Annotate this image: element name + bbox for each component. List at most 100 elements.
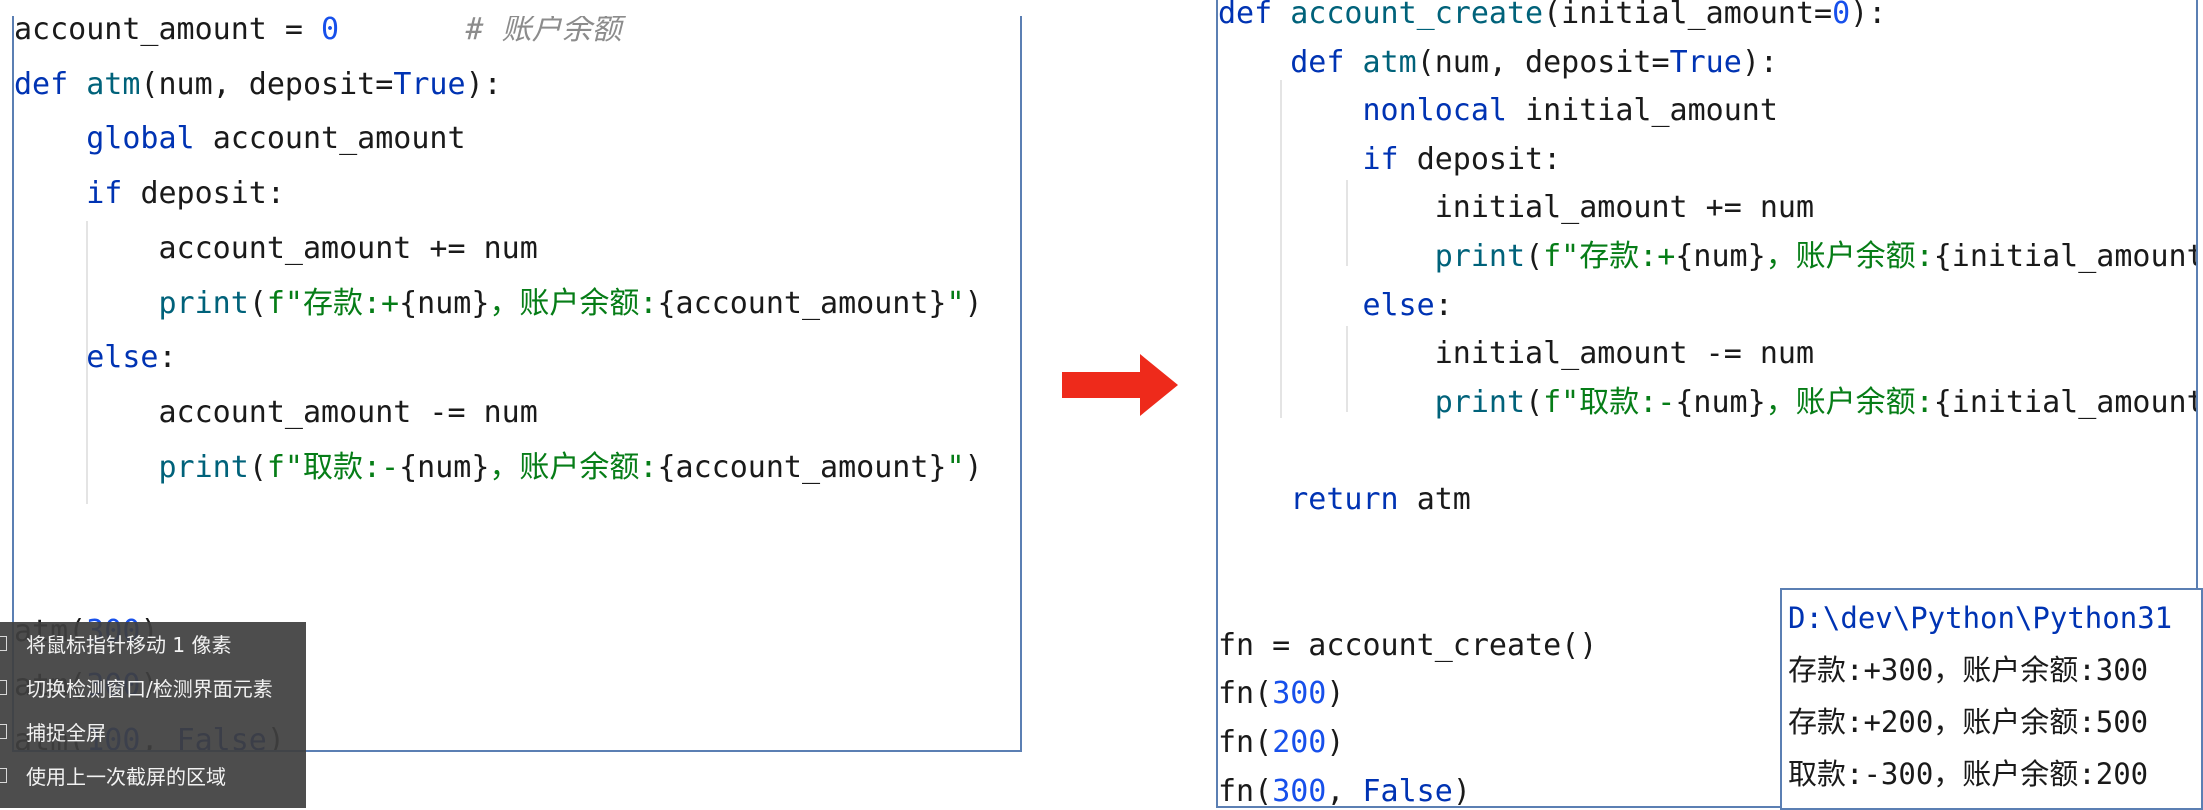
code-token: ，账户余额: (1765, 239, 1934, 274)
menu-item-capture-fullscreen[interactable]: 捕捉全屏 (0, 712, 306, 754)
menu-item-label: 使用上一次截屏的区域 (26, 765, 226, 789)
code-token: ( (1525, 239, 1544, 274)
code-line: print(f"取款:-{num}，账户余额:{account_amount}"… (14, 446, 983, 490)
code-token: def (14, 66, 87, 102)
code-token: ): (1850, 0, 1887, 31)
code-token: True (1669, 44, 1742, 80)
run-console-output[interactable]: D:\dev\Python\Python31 存款:+300，账户余额:300 … (1780, 588, 2203, 810)
console-output-line: 存款:+200，账户余额:500 (1788, 705, 2149, 739)
code-line: initial_amount += num (1218, 186, 1814, 230)
code-token: if (86, 176, 141, 212)
code-token: ，账户余额: (489, 449, 658, 485)
code-line: fn = account_create() (1218, 624, 1597, 668)
checkbox-icon (0, 636, 7, 651)
code-token: account_amount (212, 121, 466, 157)
console-path: D:\dev\Python\Python31 (1788, 601, 2173, 635)
code-token: fn( (1218, 676, 1273, 712)
console-output-line: 存款:+300，账户余额:300 (1788, 653, 2149, 687)
indent-guide (1346, 180, 1348, 266)
code-token: initial_amount (1525, 93, 1778, 129)
code-token: atm (86, 66, 141, 102)
code-token: account_amount = (14, 16, 322, 47)
code-line: print(f"取款:-{num}，账户余额:{initial_amount}"… (1218, 381, 2198, 425)
code-token: (num, deposit= (1416, 44, 1670, 80)
code-token: fn( (1218, 725, 1273, 760)
code-token: ): (1741, 44, 1778, 80)
code-token: {initial_amount} (1933, 384, 2198, 420)
code-token: f"存款:+ (266, 285, 400, 321)
indent-guide (1280, 80, 1282, 418)
code-token: (initial_amount= (1543, 0, 1833, 31)
code-token: : (1434, 287, 1453, 323)
code-token: account_amount += num (14, 230, 538, 266)
code-token: # 账户余额 (339, 16, 622, 47)
code-token: {account_amount} (657, 449, 947, 485)
code-token: def (1290, 44, 1363, 80)
menu-item-label: 切换检测窗口/检测界面元素 (26, 677, 273, 701)
menu-item-label: 将鼠标指针移动 1 像素 (26, 633, 232, 657)
code-line: else: (1218, 284, 1453, 328)
menu-item-move-pointer[interactable]: 将鼠标指针移动 1 像素 (0, 624, 306, 666)
code-line: def account_create(initial_amount=0): (1218, 0, 1886, 36)
code-token: account_create (1290, 0, 1544, 31)
code-token: : (158, 340, 177, 376)
code-token: deposit: (1416, 141, 1562, 177)
code-token: 300 (1272, 773, 1327, 808)
code-token: fn( (1218, 773, 1273, 808)
code-token: initial_amount -= num (1218, 336, 1815, 372)
indent-guide (1346, 326, 1348, 412)
code-token: f"取款:- (1543, 384, 1676, 420)
code-token: deposit: (140, 176, 285, 212)
code-token: ，账户余额: (489, 285, 658, 321)
code-token: ( (1525, 384, 1544, 420)
code-token: {num} (1675, 239, 1766, 274)
code-line: nonlocal initial_amount (1218, 89, 1778, 133)
menu-item-toggle-detect[interactable]: 切换检测窗口/检测界面元素 (0, 668, 306, 710)
checkbox-icon (0, 680, 7, 695)
code-token: " (946, 449, 965, 485)
code-token: ) (1326, 676, 1345, 712)
code-token: ( (248, 449, 267, 485)
code-token: def (1218, 0, 1291, 31)
menu-item-last-region[interactable]: 使用上一次截屏的区域 (0, 756, 306, 798)
code-line: account_amount -= num (14, 391, 537, 435)
code-line: account_amount += num (14, 227, 538, 271)
code-line: if deposit: (14, 172, 285, 216)
code-token: False (1362, 773, 1453, 808)
code-token: (num, deposit= (140, 66, 394, 102)
code-token: ，账户余额: (1765, 384, 1934, 420)
code-token: 0 (1832, 0, 1851, 31)
code-token: print (1434, 384, 1526, 420)
code-token: 200 (1272, 725, 1327, 760)
code-line: fn(300, False) (1218, 770, 1471, 808)
code-token: atm (1362, 44, 1417, 80)
code-token: {num} (1675, 384, 1766, 420)
code-token: ) (964, 285, 983, 321)
code-token: ) (1452, 773, 1471, 808)
code-token: fn = account_create() (1218, 627, 1598, 663)
code-token: True (393, 66, 466, 102)
code-line: fn(200) (1218, 721, 1344, 765)
code-token: print (158, 449, 249, 485)
code-token: ) (1326, 725, 1345, 760)
code-line: initial_amount -= num (1218, 332, 1814, 376)
code-token: f"取款:- (266, 449, 400, 485)
code-token: atm (1416, 482, 1471, 517)
console-output-line: 取款:-300，账户余额:200 (1788, 757, 2149, 791)
checkbox-icon (0, 724, 7, 739)
code-line: fn(300) (1218, 672, 1344, 716)
code-token: else (86, 340, 159, 376)
code-token: return (1290, 482, 1417, 517)
code-token: if (1362, 141, 1417, 177)
code-token: f"存款:+ (1543, 239, 1676, 274)
code-line: global account_amount (14, 117, 466, 161)
